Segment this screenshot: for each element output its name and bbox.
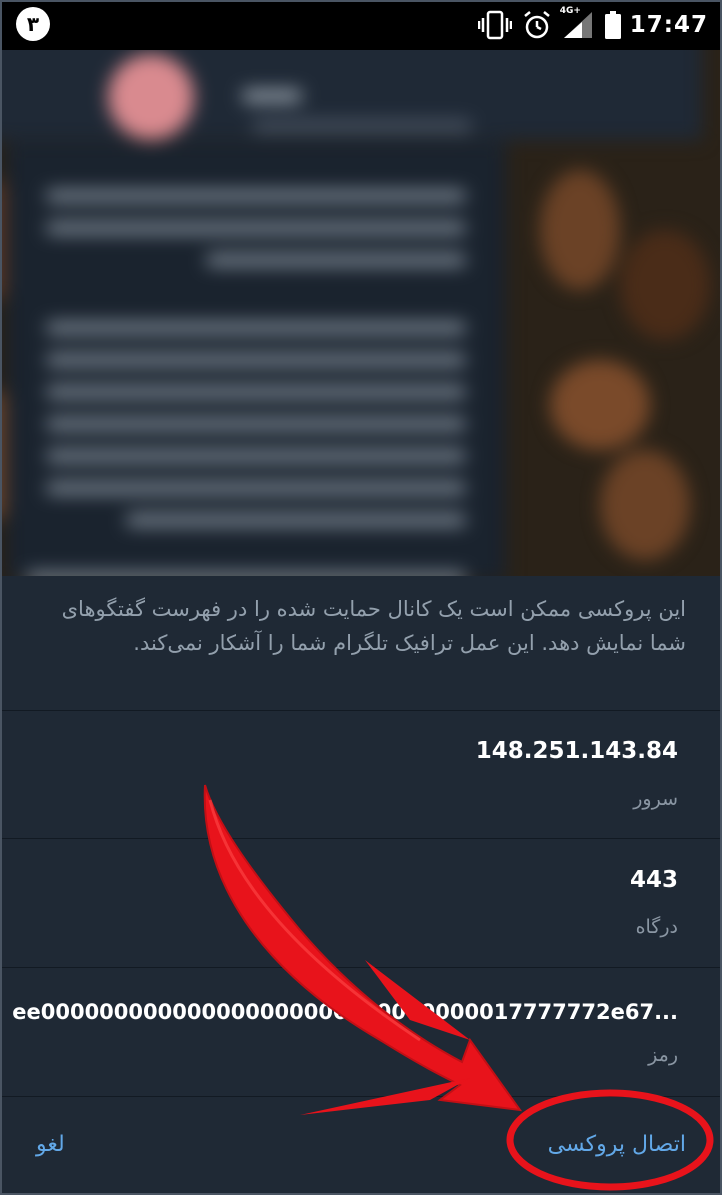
coffee-bean-decoration [620, 230, 710, 340]
coffee-bean-decoration [600, 450, 690, 560]
blurred-text-line [46, 190, 466, 202]
coffee-bean-decoration [540, 170, 620, 290]
coffee-bean-decoration [550, 360, 650, 450]
divider [0, 710, 722, 711]
status-bar: ۳ 4G+ 17:47 [0, 0, 722, 50]
step-number-badge: ۳ [16, 7, 50, 41]
port-label: درگاه [635, 916, 678, 938]
vibrate-icon [477, 10, 512, 40]
chat-blur-layer [0, 50, 722, 578]
clock: 17:47 [629, 12, 708, 38]
blurred-text-line [126, 514, 466, 526]
status-icons: 4G+ 17:47 [468, 0, 708, 50]
blurred-text-line [46, 322, 466, 334]
signal-icon: 4G+ [560, 6, 594, 40]
port-value: 443 [629, 867, 678, 893]
avatar [108, 54, 194, 140]
blurred-message-card [6, 142, 506, 578]
connect-proxy-button[interactable]: اتصال پروکسی [548, 1132, 686, 1157]
blurred-text-line [46, 222, 466, 234]
secret-label: رمز [648, 1044, 678, 1066]
server-label: سرور [633, 788, 678, 810]
blurred-text-line [206, 254, 466, 266]
proxy-connect-sheet: این پروکسی ممکن است یک کانال حمایت شده ر… [0, 576, 722, 1195]
blurred-chat-background [0, 50, 722, 578]
blurred-text-line [46, 354, 466, 366]
blurred-text-line [46, 482, 466, 494]
cancel-button[interactable]: لغو [36, 1132, 65, 1157]
server-value: 148.251.143.84 [475, 738, 678, 764]
network-type-label: 4G+ [559, 6, 581, 16]
blurred-text-line [252, 120, 472, 132]
blurred-text-line [46, 386, 466, 398]
battery-icon [604, 10, 622, 40]
divider [0, 967, 722, 968]
blurred-text-line [46, 418, 466, 430]
secret-value: ee00000000000000000000000000000001777777… [12, 1000, 678, 1024]
blurred-text-line [46, 450, 466, 462]
alarm-icon [522, 10, 552, 40]
blurred-text-line [242, 90, 302, 102]
divider [0, 838, 722, 839]
sponsored-channel-notice: این پروکسی ممکن است یک کانال حمایت شده ر… [61, 597, 686, 655]
divider [0, 1096, 722, 1097]
